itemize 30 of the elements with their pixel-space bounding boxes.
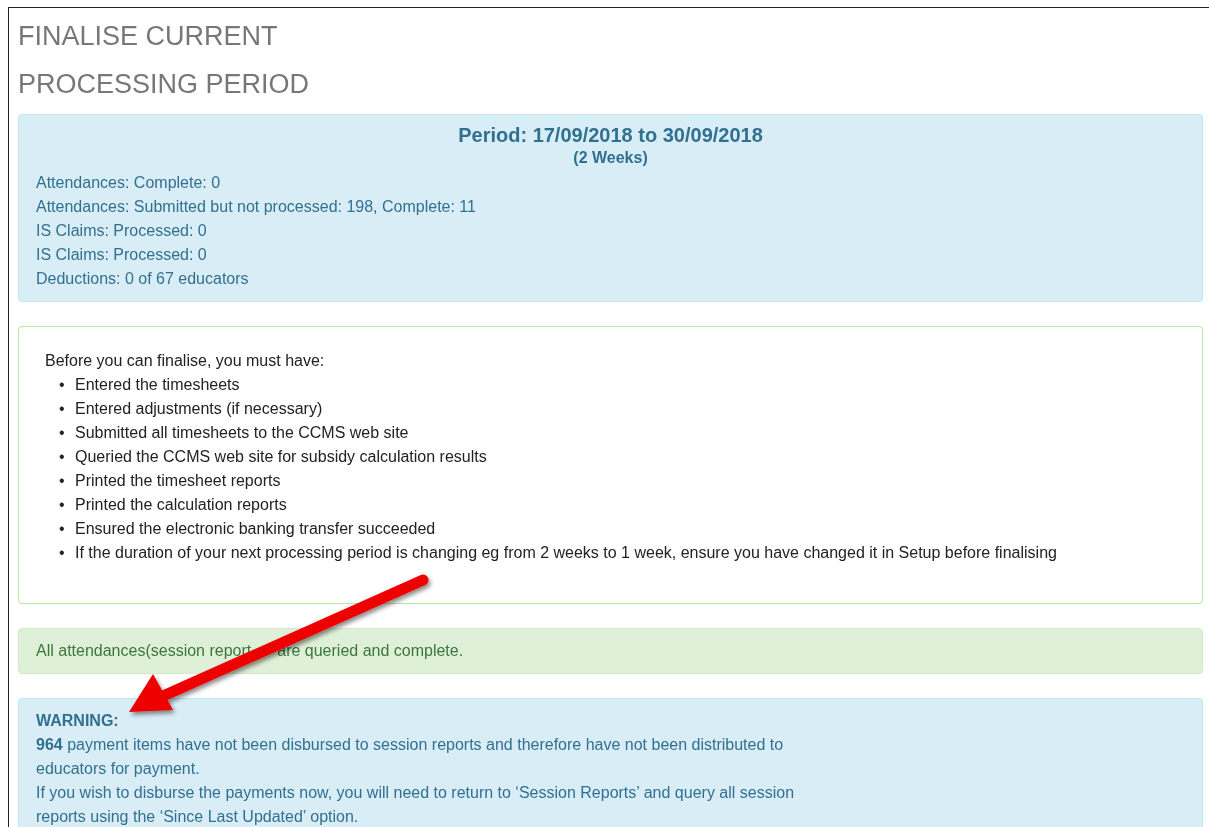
requirement-item: Printed the calculation reports	[75, 495, 287, 515]
alert-heading: WARNING:	[36, 711, 120, 731]
bullet: •	[59, 543, 66, 563]
period-stat: Deductions: 0 of 67 educators	[36, 269, 250, 289]
requirement-item: Entered the timesheets	[75, 375, 240, 395]
bullet: •	[59, 423, 66, 443]
requirement-item: Entered adjustments (if necessary)	[75, 399, 323, 419]
alert-message: If you wish to disburse the payments now, you will need to return to ‘Session Reports’ and query all session reports using the ‘Since Last Updated’ option.	[36, 783, 796, 827]
bullet: •	[59, 375, 66, 395]
period-heading: Period: 17/09/2018 to 30/09/2018	[457, 123, 764, 148]
period-duration: (2 Weeks)	[572, 149, 649, 167]
period-stat: Attendances: Complete: 0	[36, 173, 222, 193]
page-title: PROCESSING PERIOD	[18, 68, 311, 101]
period-stat: IS Claims: Processed: 0	[36, 221, 208, 241]
requirements-intro: Before you can finalise, you must have:	[45, 351, 326, 371]
bullet: •	[59, 519, 66, 539]
bullet: •	[59, 399, 66, 419]
bullet: •	[59, 495, 66, 515]
requirement-item: Printed the timesheet reports	[75, 471, 281, 491]
requirement-item: Ensured the electronic banking transfer succeeded	[75, 519, 436, 539]
alert-message: All attendances(session report	[36, 641, 252, 661]
alert-message: 964 payment items have not been disbursed to session reports and therefore have not been distributed to educators for payment.	[36, 735, 785, 779]
period-stat: IS Claims: Processed: 0	[36, 245, 208, 265]
bullet: •	[59, 447, 66, 467]
requirement-item: If the duration of your next processing period is changing eg from 2 weeks to 1 week, ensure you have changed it in Setup before finalising	[75, 543, 1057, 563]
page-title: FINALISE CURRENT	[18, 20, 279, 53]
bullet: •	[59, 471, 66, 491]
period-stat: Attendances: Submitted but not processed: 198, Complete: 11	[36, 197, 477, 217]
requirement-item: Queried the CCMS web site for subsidy calculation results	[75, 447, 487, 467]
requirement-item: Submitted all timesheets to the CCMS web site	[75, 423, 409, 443]
